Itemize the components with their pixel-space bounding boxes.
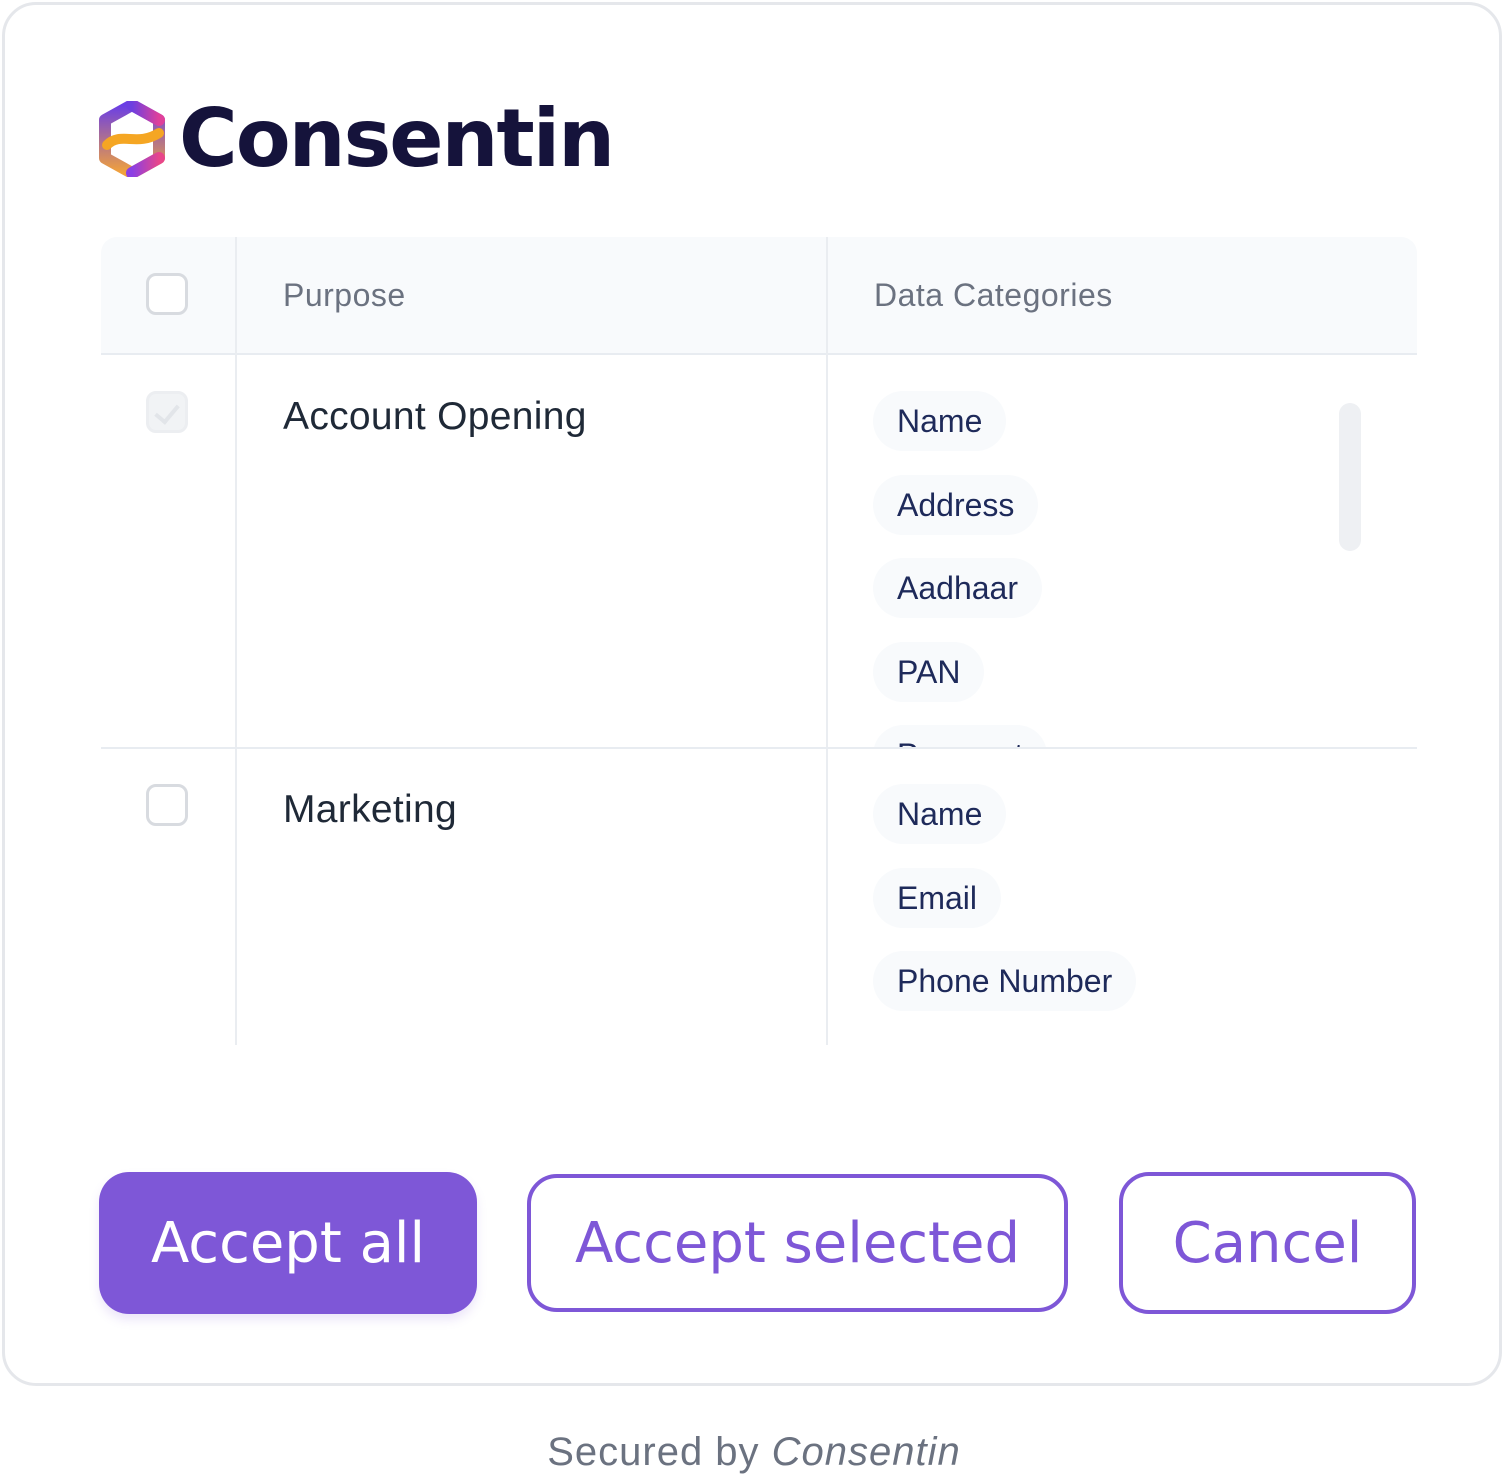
accept-all-button[interactable]: Accept all — [99, 1172, 477, 1314]
consentin-logo-icon — [99, 101, 165, 177]
category-scrollbar[interactable] — [1339, 403, 1361, 551]
brand-logo: Consentin — [99, 91, 615, 187]
consent-table: Purpose Data Categories Account Opening … — [101, 237, 1417, 1045]
column-divider — [826, 237, 828, 1045]
brand-name: Consentin — [179, 92, 615, 185]
category-list-marketing[interactable]: Name Email Phone Number — [873, 782, 1373, 1045]
header-data-categories: Data Categories — [874, 277, 1113, 313]
column-divider — [235, 237, 237, 1045]
category-chip: PAN — [873, 642, 985, 702]
footer-brand: Consentin — [771, 1430, 961, 1474]
category-chip: Address — [873, 475, 1039, 535]
category-list-account-opening[interactable]: Name Address Aadhaar PAN Passport — [873, 389, 1373, 747]
consent-dialog: Consentin Purpose Data Categories Accoun… — [2, 2, 1502, 1386]
row-checkbox-account-opening[interactable] — [146, 391, 188, 433]
purpose-marketing: Marketing — [283, 788, 457, 831]
select-all-checkbox[interactable] — [146, 273, 188, 315]
category-chip: Passport — [873, 725, 1048, 747]
purpose-account-opening: Account Opening — [283, 395, 587, 438]
category-chip: Name — [873, 784, 1007, 844]
row-checkbox-marketing[interactable] — [146, 784, 188, 826]
secured-by-footer: Secured by Consentin — [0, 1430, 1508, 1475]
category-chip: Aadhaar — [873, 558, 1042, 618]
footer-prefix: Secured by — [547, 1430, 760, 1474]
accept-selected-button[interactable]: Accept selected — [527, 1174, 1068, 1312]
category-chip: Email — [873, 868, 1002, 928]
category-chip: Name — [873, 391, 1007, 451]
header-purpose: Purpose — [283, 277, 406, 313]
category-chip: Phone Number — [873, 951, 1137, 1011]
row-divider — [101, 747, 1417, 749]
cancel-button[interactable]: Cancel — [1119, 1172, 1416, 1314]
